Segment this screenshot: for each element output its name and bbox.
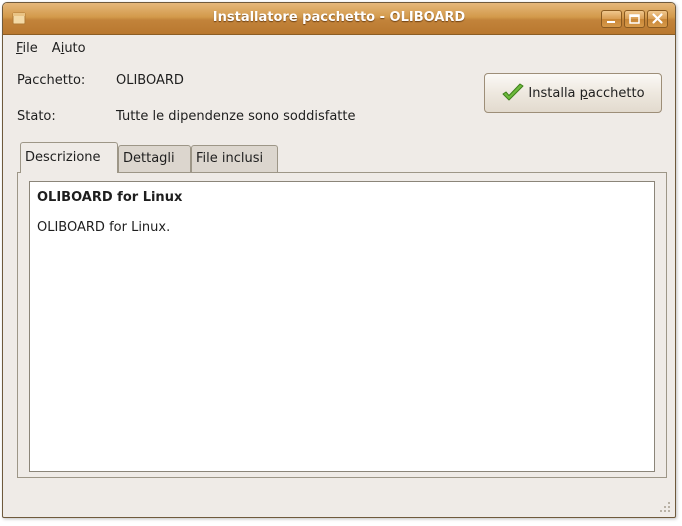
tab-description[interactable]: Descrizione: [20, 142, 118, 173]
menu-help[interactable]: Aiuto: [45, 39, 93, 58]
close-icon: [652, 13, 663, 24]
description-title: OLIBOARD for Linux: [37, 190, 183, 205]
title-bar[interactable]: Installatore pacchetto - OLIBOARD: [3, 3, 675, 35]
installer-window: Installatore pacchetto - OLIBOARD File A…: [2, 2, 676, 518]
status-label: Stato:: [17, 109, 56, 124]
maximize-icon: [629, 14, 640, 24]
description-body: OLIBOARD for Linux.: [37, 220, 171, 235]
description-textview[interactable]: OLIBOARD for Linux OLIBOARD for Linux.: [29, 181, 655, 472]
install-package-button[interactable]: Installa pacchetto: [484, 73, 662, 113]
checkmark-icon: [502, 83, 524, 101]
close-button[interactable]: [647, 10, 668, 28]
menu-file[interactable]: File: [9, 39, 45, 58]
window-title: Installatore pacchetto - OLIBOARD: [212, 10, 466, 25]
package-label: Pacchetto:: [17, 73, 86, 88]
minimize-button[interactable]: [601, 10, 622, 28]
menu-help-label-end: uto: [64, 40, 86, 56]
resize-grip-icon[interactable]: [659, 501, 671, 513]
package-value: OLIBOARD: [116, 73, 184, 88]
tab-details[interactable]: Dettagli: [118, 145, 191, 172]
minimize-icon: [607, 21, 615, 23]
tab-included-files[interactable]: File inclusi: [191, 145, 278, 172]
maximize-button[interactable]: [624, 10, 645, 28]
menu-help-label-start: A: [51, 40, 61, 56]
status-value: Tutte le dipendenze sono soddisfatte: [116, 109, 356, 124]
install-button-label: Installa pacchetto: [528, 85, 645, 101]
tab-panel: OLIBOARD for Linux OLIBOARD for Linux.: [17, 172, 667, 478]
menu-file-label: ile: [22, 40, 38, 56]
menu-bar: File Aiuto: [3, 35, 675, 61]
